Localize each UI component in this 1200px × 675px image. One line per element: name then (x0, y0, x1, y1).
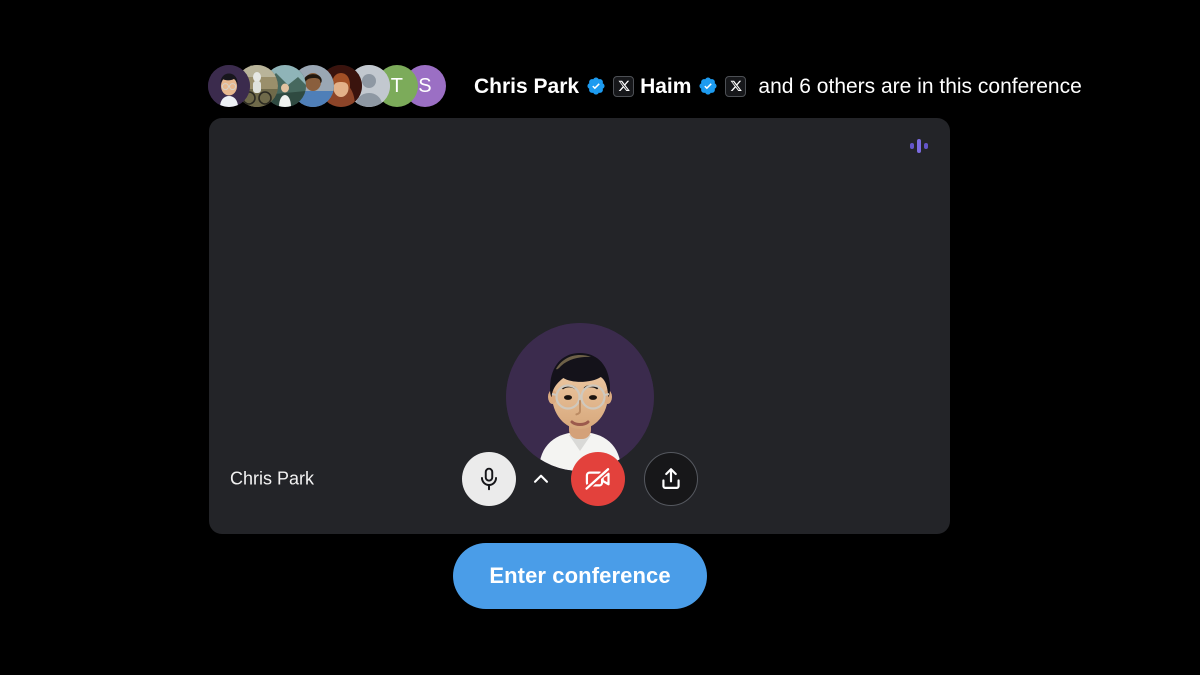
avatar-initial-label: T (390, 75, 404, 97)
audio-level-bar (924, 143, 928, 149)
verified-badge-icon (698, 76, 718, 96)
verified-badge-icon (586, 76, 606, 96)
microphone-button[interactable] (461, 452, 516, 506)
chevron-up-icon (533, 474, 548, 483)
conference-headline-suffix: and 6 others are in this conference (758, 74, 1082, 98)
camera-toggle-button[interactable] (570, 452, 625, 506)
audio-level-bar (917, 139, 921, 153)
avatar-initial-label: S (418, 75, 432, 97)
share-screen-button[interactable] (643, 452, 698, 506)
audio-settings-button[interactable] (524, 462, 558, 496)
avatar-chris-park[interactable] (208, 65, 250, 107)
share-upload-icon (661, 468, 680, 489)
audio-level-meter-icon (910, 138, 928, 154)
video-preview-card: Chris Park (209, 118, 950, 534)
conference-preview-screen: T S Chris Park Haim and 6 others are in … (0, 0, 1200, 675)
conference-header: T S Chris Park Haim and 6 others are in … (208, 63, 1082, 109)
self-name-label: Chris Park (230, 468, 315, 489)
enter-conference-button[interactable]: Enter conference (453, 543, 707, 609)
participant-name-secondary: Haim (640, 74, 692, 98)
participant-avatar-stack[interactable]: T S (208, 63, 446, 109)
x-platform-badge-icon (725, 75, 747, 97)
x-platform-badge-icon (613, 75, 635, 97)
audio-level-bar (910, 143, 914, 149)
call-controls (461, 452, 698, 506)
video-card-controls-bar: Chris Park (209, 424, 950, 534)
camera-off-icon (583, 466, 611, 492)
avatar-photo-portrait (208, 65, 250, 107)
microphone-icon (480, 467, 497, 491)
conference-headline: Chris Park Haim and 6 others are in this… (474, 73, 1082, 100)
participant-name-primary: Chris Park (474, 74, 580, 98)
